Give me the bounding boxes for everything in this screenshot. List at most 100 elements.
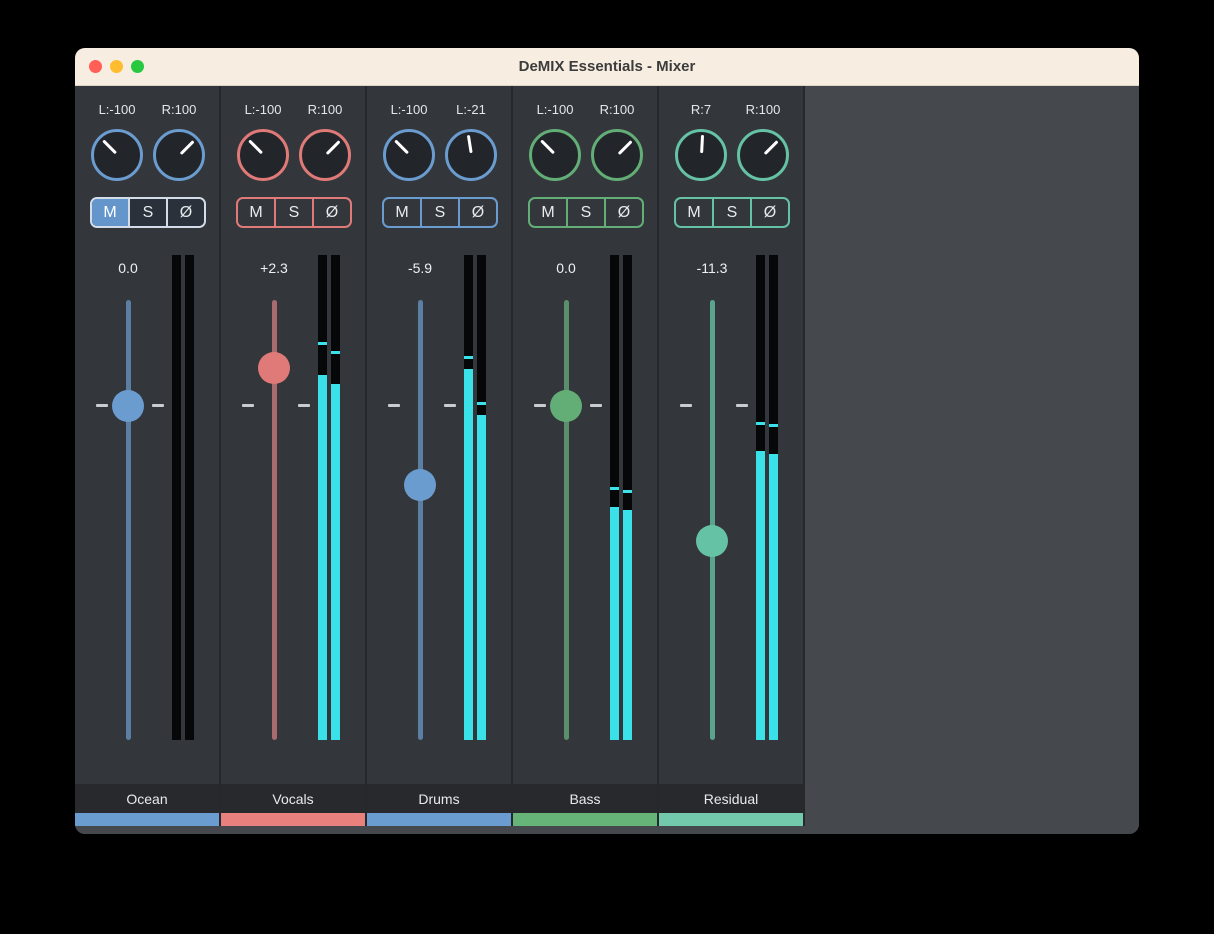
channel-color-bar <box>75 813 219 826</box>
phase-button[interactable]: Ø <box>604 199 642 226</box>
mute-button[interactable]: M <box>92 199 128 226</box>
volume-fader-thumb[interactable] <box>112 390 144 422</box>
pan-left-knob[interactable] <box>675 129 727 181</box>
volume-fader-thumb[interactable] <box>404 469 436 501</box>
meter-fill <box>623 510 632 740</box>
fader-area <box>367 300 513 740</box>
pan-right-value: R:100 <box>587 102 647 117</box>
fader-value: 0.0 <box>88 259 168 277</box>
mute-button[interactable]: M <box>384 199 420 226</box>
solo-button[interactable]: S <box>128 199 166 226</box>
channel-name: Ocean <box>75 784 219 813</box>
meter-bar-left <box>172 255 181 740</box>
close-traffic-light[interactable] <box>89 60 102 73</box>
solo-button[interactable]: S <box>420 199 458 226</box>
meter-bar-left <box>756 255 765 740</box>
pan-right-value: R:100 <box>733 102 793 117</box>
fader-value: +2.3 <box>234 259 314 277</box>
meter-fill <box>477 415 486 740</box>
meter-fill <box>331 384 340 740</box>
pan-left-value: L:-100 <box>87 102 147 117</box>
volume-fader-track[interactable] <box>418 300 423 740</box>
pan-right-knob[interactable] <box>737 129 789 181</box>
channel-color-bar <box>659 813 803 826</box>
pan-right-knob[interactable] <box>153 129 205 181</box>
meter-bar-left <box>318 255 327 740</box>
pan-left-knob[interactable] <box>383 129 435 181</box>
level-meter <box>610 255 632 740</box>
fader-area <box>221 300 367 740</box>
volume-fader-track[interactable] <box>126 300 131 740</box>
channel-strip-ocean: L:-100 R:100 M S Ø 0.0 <box>75 86 221 826</box>
pan-labels: L:-100 R:100 <box>221 102 365 120</box>
zero-db-tick-left <box>534 404 546 407</box>
meter-peak-indicator <box>318 342 327 345</box>
pan-labels: L:-100 L:-21 <box>367 102 511 120</box>
pan-right-knob[interactable] <box>591 129 643 181</box>
volume-fader-track[interactable] <box>710 300 715 740</box>
knob-pointer <box>248 140 263 155</box>
pan-right-value: R:100 <box>149 102 209 117</box>
pan-left-knob[interactable] <box>91 129 143 181</box>
solo-button[interactable]: S <box>274 199 312 226</box>
zero-db-tick-left <box>680 404 692 407</box>
mute-button[interactable]: M <box>238 199 274 226</box>
titlebar: DeMIX Essentials - Mixer <box>75 48 1139 86</box>
pan-right-value: R:100 <box>295 102 355 117</box>
pan-right-knob[interactable] <box>445 129 497 181</box>
volume-fader-thumb[interactable] <box>258 352 290 384</box>
zoom-traffic-light[interactable] <box>131 60 144 73</box>
volume-fader-track[interactable] <box>564 300 569 740</box>
knob-pointer <box>617 140 632 155</box>
zero-db-tick-left <box>388 404 400 407</box>
solo-button[interactable]: S <box>712 199 750 226</box>
pan-left-knob[interactable] <box>237 129 289 181</box>
minimize-traffic-light[interactable] <box>110 60 123 73</box>
zero-db-tick-left <box>96 404 108 407</box>
zero-db-tick-left <box>242 404 254 407</box>
zero-db-tick-right <box>152 404 164 407</box>
channel-strips: L:-100 R:100 M S Ø 0.0 <box>75 86 805 826</box>
mute-button[interactable]: M <box>676 199 712 226</box>
fader-value: -5.9 <box>380 259 460 277</box>
level-meter <box>318 255 340 740</box>
zero-db-tick-right <box>444 404 456 407</box>
level-meter <box>172 255 194 740</box>
phase-button[interactable]: Ø <box>750 199 788 226</box>
knob-pointer <box>763 140 778 155</box>
meter-bar-right <box>623 255 632 740</box>
phase-button[interactable]: Ø <box>312 199 350 226</box>
channel-name: Residual <box>659 784 803 813</box>
pan-right-knob[interactable] <box>299 129 351 181</box>
window-title: DeMIX Essentials - Mixer <box>519 58 696 75</box>
app-window: DeMIX Essentials - Mixer L:-100 R:100 M … <box>75 48 1139 834</box>
meter-peak-indicator <box>331 351 340 354</box>
phase-button[interactable]: Ø <box>458 199 496 226</box>
pan-labels: L:-100 R:100 <box>75 102 219 120</box>
pan-labels: R:7 R:100 <box>659 102 803 120</box>
channel-color-bar <box>513 813 657 826</box>
phase-button[interactable]: Ø <box>166 199 204 226</box>
meter-peak-indicator <box>477 402 486 405</box>
channel-strip-bass: L:-100 R:100 M S Ø 0.0 <box>513 86 659 826</box>
meter-peak-indicator <box>464 356 473 359</box>
knob-pointer <box>102 140 117 155</box>
level-meter <box>464 255 486 740</box>
window-controls <box>89 48 144 85</box>
mute-button[interactable]: M <box>530 199 566 226</box>
meter-peak-indicator <box>756 422 765 425</box>
channel-button-group: M S Ø <box>236 197 352 228</box>
volume-fader-thumb[interactable] <box>696 525 728 557</box>
mixer-body: L:-100 R:100 M S Ø 0.0 <box>75 86 1139 834</box>
solo-button[interactable]: S <box>566 199 604 226</box>
knob-pointer <box>179 140 194 155</box>
pan-left-knob[interactable] <box>529 129 581 181</box>
channel-button-group: M S Ø <box>90 197 206 228</box>
level-meter <box>756 255 778 740</box>
channel-name: Drums <box>367 784 511 813</box>
meter-bar-left <box>610 255 619 740</box>
pan-right-value: L:-21 <box>441 102 501 117</box>
fader-area <box>75 300 221 740</box>
volume-fader-thumb[interactable] <box>550 390 582 422</box>
fader-area <box>513 300 659 740</box>
